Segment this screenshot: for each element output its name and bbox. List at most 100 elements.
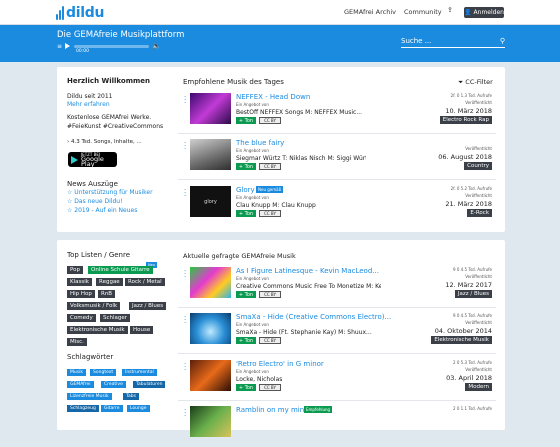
news-item[interactable]: ☆ Das neue Dildu! bbox=[67, 198, 123, 205]
song-thumbnail[interactable] bbox=[190, 360, 231, 391]
keyword-tag[interactable]: Gitarre bbox=[101, 405, 123, 412]
genre-badge[interactable]: Modern bbox=[465, 383, 492, 391]
add-sound-button[interactable]: + Ton bbox=[236, 384, 256, 391]
genre-tag[interactable]: Elektronische Musik bbox=[67, 326, 128, 334]
volume-icon[interactable]: 🔈 bbox=[152, 42, 161, 50]
login-button[interactable]: 👤 Anmelden bbox=[464, 7, 504, 18]
song-thumbnail[interactable] bbox=[190, 406, 231, 437]
genre-badge[interactable]: Jazz / Blues bbox=[454, 290, 492, 298]
genre-badge[interactable]: Elektronische Musik bbox=[431, 336, 492, 344]
song-meta[interactable]: Creative Commons Music Free To Monetize … bbox=[236, 283, 381, 290]
play-count: 2 0 1.1 Tsd. Aufrufe bbox=[453, 406, 492, 411]
upload-icon[interactable]: ⇪ bbox=[447, 6, 453, 14]
song-title[interactable]: Ramblin on my mind bbox=[236, 406, 309, 414]
cc-license-badge: CC BY bbox=[259, 291, 281, 298]
genre-tag[interactable]: Online Schule Gitarre bbox=[88, 266, 153, 274]
keyword-tag[interactable]: Lizenzfreie Musik bbox=[67, 393, 112, 400]
cc-license-badge: CC BY bbox=[259, 117, 281, 124]
genre-badge[interactable]: Country bbox=[464, 162, 492, 170]
stats-text[interactable]: › 4.3 Tsd. Songs, Inhalte, ... bbox=[67, 138, 142, 146]
song-sub: Ein Angebot von bbox=[236, 195, 269, 200]
play-icon[interactable] bbox=[65, 43, 71, 49]
genre-badge[interactable]: Electro Rock Rap bbox=[439, 116, 492, 124]
cc-filter[interactable]: ⏷ CC-Filter bbox=[458, 78, 493, 87]
news-title: News Auszüge bbox=[67, 180, 118, 188]
genre-tag[interactable]: Comedy bbox=[67, 314, 96, 322]
cc-license-badge: CC BY bbox=[259, 163, 281, 170]
song-meta[interactable]: BestOff NEFFEX Songs M: NEFFEX Music... bbox=[236, 109, 366, 116]
song-thumbnail[interactable] bbox=[190, 139, 231, 170]
search-icon[interactable]: ⚲ bbox=[500, 37, 505, 45]
progress-bar[interactable] bbox=[74, 44, 150, 48]
menu-dots-icon[interactable]: · · · bbox=[184, 361, 186, 374]
nav-gemafrei-archiv[interactable]: GEMAfrei Archiv bbox=[344, 8, 396, 16]
keyword-tag[interactable]: Tabs bbox=[123, 393, 139, 400]
song-meta[interactable]: Siegmar Würtz T: Niklas Nisch M: Siggi W… bbox=[236, 155, 366, 162]
genre-tag[interactable]: Reggae bbox=[96, 278, 123, 286]
genre-tag[interactable]: Klassik bbox=[67, 278, 92, 286]
play-count: 2f. 0 5.2 Tsd. Aufrufe bbox=[450, 186, 492, 191]
add-sound-button[interactable]: + Ton bbox=[236, 210, 256, 217]
play-count: 2 0 5.3 Tsd. Aufrufe bbox=[453, 360, 492, 365]
genre-tag[interactable]: House bbox=[130, 326, 154, 334]
keyword-tag[interactable]: Lounge bbox=[127, 405, 150, 412]
song-title[interactable]: SmaXa - Hide (Creative Commons Electro).… bbox=[236, 313, 391, 321]
nav-community[interactable]: Community bbox=[404, 8, 442, 16]
genre-tag[interactable]: Misc. bbox=[67, 338, 87, 346]
keyword-tag[interactable]: Tabulaturen bbox=[133, 381, 166, 388]
menu-dots-icon[interactable]: · · · bbox=[184, 268, 186, 281]
search-input[interactable] bbox=[401, 37, 486, 45]
song-thumbnail[interactable]: glory bbox=[190, 186, 231, 217]
genre-tag[interactable]: RnB bbox=[98, 290, 116, 298]
song-title[interactable]: As I Figure Latinesque - Kevin MacLeod..… bbox=[236, 267, 379, 275]
tagline-2: #FeieKunst #CreativeCommons bbox=[67, 123, 164, 130]
playlist-icon[interactable]: ≡ bbox=[57, 43, 62, 50]
menu-dots-icon[interactable]: · · · bbox=[184, 314, 186, 327]
add-sound-button[interactable]: + Ton bbox=[236, 337, 256, 344]
genre-tag[interactable]: Hip Hop bbox=[67, 290, 95, 298]
genre-tag[interactable]: Schlager bbox=[100, 314, 131, 322]
keyword-tag[interactable]: Schlagzeug bbox=[67, 405, 99, 412]
add-sound-button[interactable]: + Ton bbox=[236, 117, 256, 124]
song-title[interactable]: NEFFEX - Head Down bbox=[236, 93, 310, 101]
keyword-tag[interactable]: Creative bbox=[101, 381, 126, 388]
song-meta[interactable]: Locke, Nicholas bbox=[236, 376, 366, 383]
genre-tag[interactable]: Rock / Metal bbox=[125, 278, 165, 286]
genre-tag[interactable]: Volksmusik / Folk bbox=[67, 302, 121, 310]
song-meta[interactable]: SmaXa - Hide (Ft. Stephanie Kay) M: Shuu… bbox=[236, 329, 381, 336]
play-count: 9 0 4.5 Tsd. Aufrufe bbox=[453, 313, 492, 318]
genre-tag[interactable]: Jazz / Blues bbox=[129, 302, 167, 310]
divider bbox=[178, 400, 496, 401]
welcome-title: Herzlich Willkommen bbox=[67, 77, 151, 85]
news-item[interactable]: ☆ 2019 - Auf ein Neues bbox=[67, 207, 137, 214]
song-thumbnail[interactable] bbox=[190, 313, 231, 344]
song-thumbnail[interactable] bbox=[190, 93, 231, 124]
add-sound-button[interactable]: + Ton bbox=[236, 163, 256, 170]
more-link[interactable]: Mehr erfahren bbox=[67, 101, 110, 108]
genre-badge[interactable]: E-Rock bbox=[467, 209, 492, 217]
divider bbox=[178, 179, 496, 180]
add-sound-button[interactable]: + Ton bbox=[236, 291, 256, 298]
song-thumbnail[interactable] bbox=[190, 267, 231, 298]
song-title[interactable]: 'Retro Electro' in G minor bbox=[236, 360, 324, 368]
news-item[interactable]: ☆ Unterstützung für Musiker bbox=[67, 189, 153, 196]
keyword-tag[interactable]: Musik bbox=[67, 369, 86, 376]
google-play-button[interactable]: JETZT BEI Google Play bbox=[68, 152, 117, 167]
menu-dots-icon[interactable]: · · · bbox=[184, 94, 186, 107]
logo[interactable]: dildu bbox=[56, 3, 104, 23]
menu-dots-icon[interactable]: · · · bbox=[184, 407, 186, 420]
song-meta[interactable]: Clau Knupp M: Clau Knupp bbox=[236, 202, 366, 209]
cc-license-badge: CC BY bbox=[259, 337, 281, 344]
menu-dots-icon[interactable]: · · · bbox=[184, 140, 186, 153]
search-box[interactable]: ⚲ bbox=[401, 35, 505, 48]
keyword-tag[interactable]: Songtext bbox=[90, 369, 117, 376]
song-title[interactable]: Glory bbox=[236, 186, 255, 194]
genre-tag[interactable]: Pop bbox=[67, 266, 83, 274]
keyword-tag[interactable]: Instrumental bbox=[122, 369, 157, 376]
keyword-tag[interactable]: GEMAfrei bbox=[67, 381, 94, 388]
menu-dots-icon[interactable]: · · · bbox=[184, 187, 186, 200]
featured-title: Empfohlene Musik des Tages bbox=[183, 78, 284, 86]
song-title[interactable]: The blue fairy bbox=[236, 139, 284, 147]
release-date: 10. März 2018 bbox=[445, 107, 492, 115]
song-card: · · · SmaXa - Hide (Creative Commons Elect… bbox=[178, 312, 496, 354]
